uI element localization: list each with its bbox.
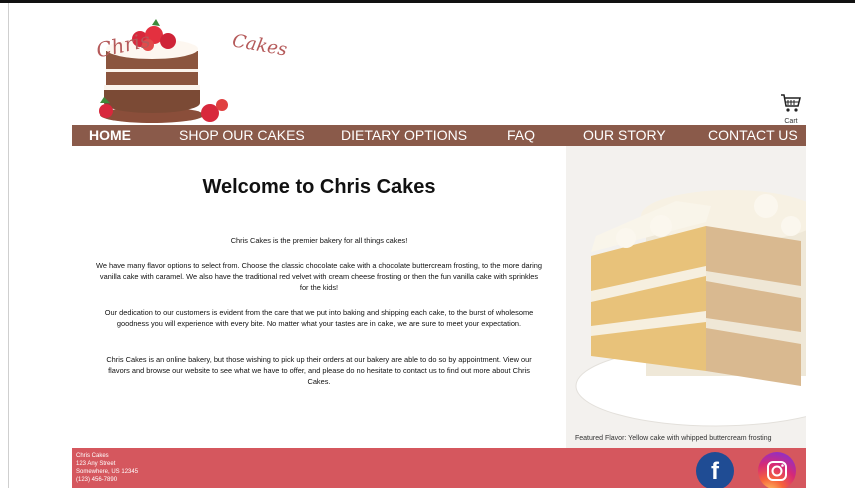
nav-contact-us[interactable]: CONTACT US xyxy=(708,125,798,146)
online-bakery-paragraph: Chris Cakes is an online bakery, but tho… xyxy=(106,355,532,386)
intro-paragraph: Chris Cakes is the premier bakery for al… xyxy=(230,236,408,245)
footer-address: Chris Cakes 123 Any Street Somewhere, US… xyxy=(76,452,138,484)
footer-street: 123 Any Street xyxy=(76,461,116,467)
dedication-paragraph: Our dedication to our customers is evide… xyxy=(104,308,534,328)
cart-icon xyxy=(781,94,801,112)
site-footer: Chris Cakes 123 Any Street Somewhere, US… xyxy=(72,448,806,488)
flavors-paragraph: We have many flavor options to select fr… xyxy=(96,261,542,292)
nav-dietary-options[interactable]: DIETARY OPTIONS xyxy=(341,125,467,146)
cart-button[interactable]: Cart xyxy=(778,93,804,125)
instagram-icon[interactable] xyxy=(758,452,796,488)
page-left-border xyxy=(8,3,9,488)
nav-home[interactable]: HOME xyxy=(89,125,131,146)
featured-cake-image xyxy=(566,146,806,448)
footer-phone: (123) 456-7890 xyxy=(76,477,118,483)
footer-city: Somewhere, US 12345 xyxy=(76,469,139,475)
main-nav: HOME SHOP OUR CAKES DIETARY OPTIONS FAQ … xyxy=(72,125,806,146)
page-title: Welcome to Chris Cakes xyxy=(202,176,436,198)
welcome-section: Welcome to Chris Cakes Chris Cakes is th… xyxy=(72,146,566,448)
featured-caption: Featured Flavor: Yellow cake with whippe… xyxy=(575,435,772,442)
facebook-icon[interactable]: f xyxy=(696,452,734,488)
site-header: Chris Cakes Cart xyxy=(72,3,806,125)
site-logo[interactable]: Chris Cakes xyxy=(82,15,289,127)
nav-shop-our-cakes[interactable]: SHOP OUR CAKES xyxy=(179,125,305,146)
footer-company: Chris Cakes xyxy=(76,453,109,459)
nav-faq[interactable]: FAQ xyxy=(507,125,535,146)
nav-our-story[interactable]: OUR STORY xyxy=(583,125,666,146)
